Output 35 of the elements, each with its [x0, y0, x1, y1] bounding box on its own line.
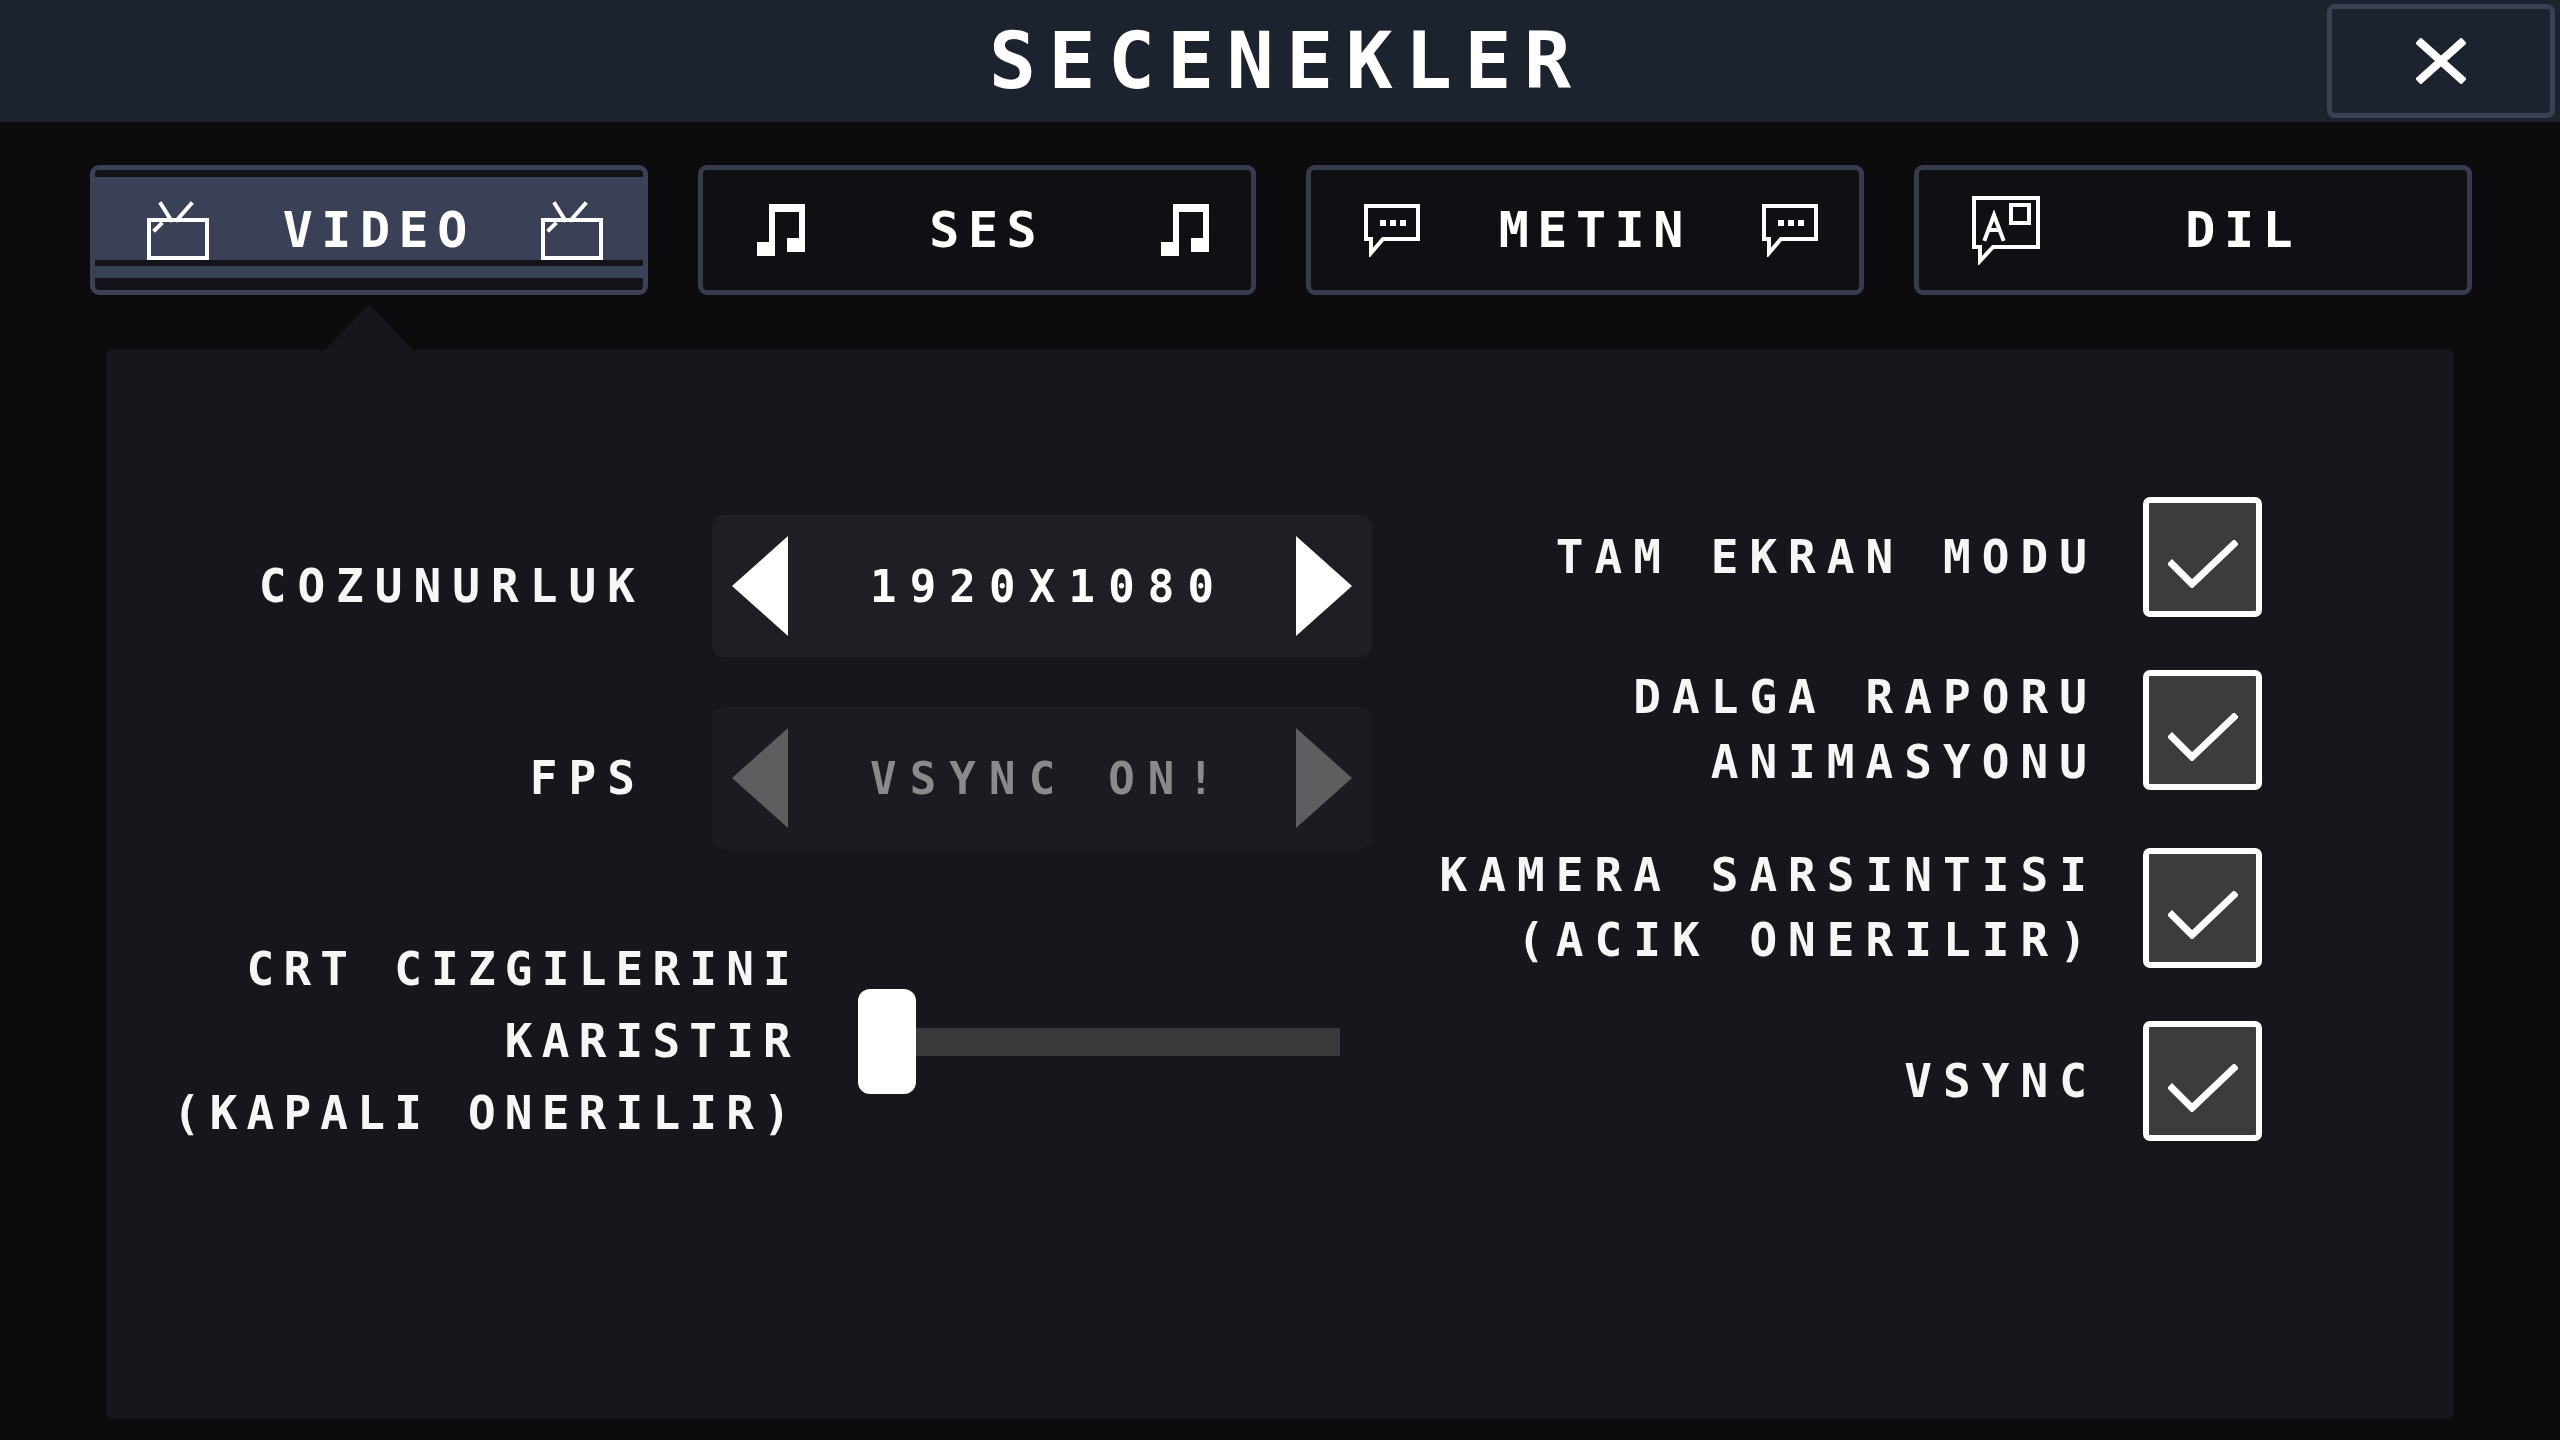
checkbox[interactable] — [2143, 497, 2262, 617]
option-value: 1920X1080 — [869, 560, 1229, 612]
speech-bubble-icon — [1761, 203, 1819, 257]
tab[interactable]: METIN — [1306, 165, 1864, 295]
setting-label: FPS — [529, 751, 646, 805]
setting-label: VSYNC — [1904, 1052, 2098, 1110]
previous-arrow-icon[interactable] — [732, 536, 788, 636]
window-title: SECENEKLER — [988, 15, 1584, 108]
option-selector[interactable]: 1920X1080 — [712, 515, 1372, 657]
checkmark-icon — [2167, 540, 2238, 588]
checkmark-icon — [2167, 1064, 2238, 1112]
music-note-icon — [1159, 202, 1211, 258]
setting-label: DALGA RAPORU ANIMASYONU — [1633, 669, 2098, 791]
tv-icon — [541, 200, 603, 260]
tab[interactable]: SES — [698, 165, 1256, 295]
option-value: VSYNC ON! — [869, 752, 1229, 804]
setting-label: COZUNURLUK — [258, 559, 646, 613]
music-note-icon — [755, 202, 807, 258]
next-arrow-icon[interactable] — [1296, 536, 1352, 636]
checkbox[interactable] — [2143, 848, 2262, 968]
speech-bubble-icon — [1363, 203, 1421, 257]
close-button[interactable] — [2327, 4, 2555, 118]
tab[interactable]: DIL — [1914, 165, 2472, 295]
checkbox[interactable] — [2143, 670, 2262, 790]
checkmark-icon — [2167, 891, 2238, 939]
setting-label: CRT CIZGILERINI KARISTIR (KAPALI ONERILIR) — [172, 941, 800, 1142]
checkbox[interactable] — [2143, 1021, 2262, 1141]
lettered-bubble-icon — [1971, 195, 2041, 265]
slider-thumb[interactable] — [857, 988, 916, 1094]
tab[interactable]: VIDEO — [90, 165, 648, 295]
close-icon — [2416, 38, 2466, 84]
tv-icon — [147, 200, 209, 260]
setting-label: KAMERA SARSINTISI (ACIK ONERILIR) — [1439, 847, 2098, 969]
checkmark-icon — [2167, 713, 2238, 761]
setting-label: TAM EKRAN MODU — [1555, 528, 2098, 586]
